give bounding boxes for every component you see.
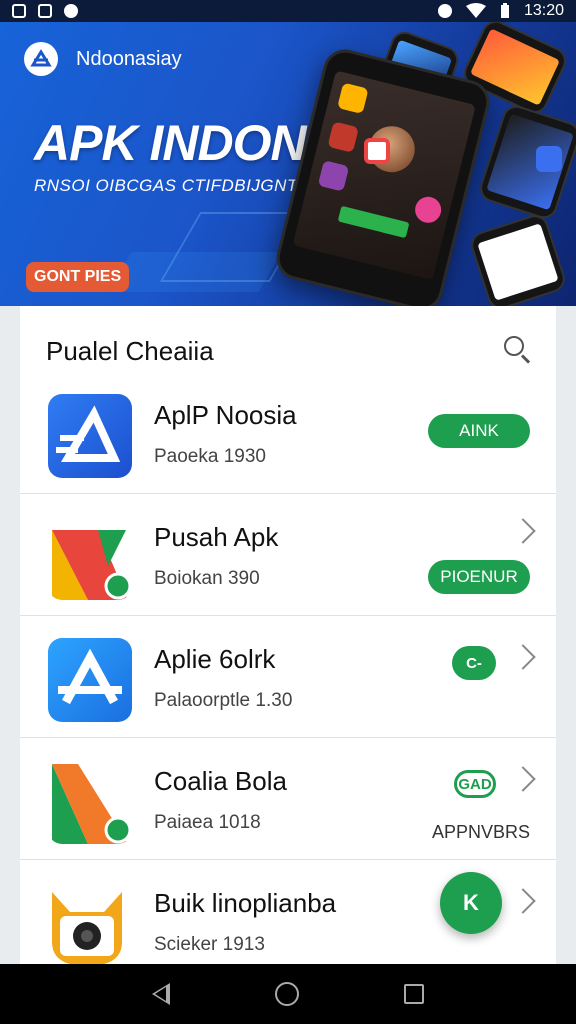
app-icon [48,394,132,478]
app-meta: Boiokan 390 [154,568,260,589]
app-name: AplP Noosia [154,400,297,430]
list-header: Pualel Cheaiia [46,336,214,366]
app-meta: Paiaea 1018 [154,812,261,833]
status-time: 13:20 [523,2,564,19]
app-name: Pusah Apk [154,522,279,552]
wifi-icon [465,3,486,18]
app-name: Coalia Bola [154,766,287,796]
list-item[interactable]: Coalia Bola Paiaea 1018 GAD APPNVBRS [20,738,556,860]
chat-bubble-icon[interactable]: C- [452,646,496,680]
app-meta: Paoeka 1930 [154,446,266,467]
chevron-right-icon[interactable] [510,644,536,670]
search-icon [504,336,524,356]
app-icon [48,638,132,722]
app-tile-icon [536,146,562,172]
search-button[interactable] [500,332,534,366]
floating-action-button[interactable]: K [440,872,502,934]
brand-logo-icon [24,42,58,76]
app-tile-icon [364,138,390,164]
recent-apps-icon[interactable] [403,984,424,1004]
app-name: Aplie 6olrk [154,644,276,674]
app-icon [42,882,126,964]
battery-icon [500,3,509,18]
status-bar: 13:20 [0,0,576,22]
phone-illustration [467,211,569,306]
list-item[interactable]: Pusah Apk Boiokan 390 PIOENUR [20,494,556,616]
badge-icon[interactable]: GAD [454,770,496,798]
notification-icon [12,4,26,18]
alarm-icon [437,4,452,18]
circle-icon [64,4,78,18]
pioneer-button[interactable]: PIOENUR [428,560,530,594]
back-icon[interactable] [152,983,171,1005]
chevron-right-icon[interactable] [510,766,536,792]
banner-decoration [108,252,282,292]
brand-row: Ndoonasiay [24,42,182,76]
system-nav-bar [0,964,576,1024]
app-name: Buik linoplianba [154,888,337,918]
sync-icon [38,4,52,18]
brand-name: Ndoonasiay [76,47,182,70]
home-icon[interactable] [274,982,299,1006]
install-button[interactable]: AINK [428,414,530,448]
banner-subtitle: RNSOI OIBCGAS CTIFDBIJGNTA. [34,176,314,195]
app-meta: Palaoorptle 1.30 [154,690,293,711]
app-icon [48,760,132,844]
list-item[interactable]: AplP Noosia Paoeka 1930 AINK [20,372,556,494]
app-meta: Scieker 1913 [154,934,265,955]
phone-illustration [271,44,495,306]
chevron-right-icon[interactable] [510,888,536,914]
secondary-link[interactable]: APPNVBRS [432,822,530,843]
list-item[interactable]: Aplie 6olrk Palaoorptle 1.30 C- [20,616,556,738]
chevron-right-icon[interactable] [510,518,536,544]
app-icon [48,516,132,600]
promo-banner[interactable]: Ndoonasiay APK INDONESIA RNSOI OIBCGAS C… [0,22,576,306]
banner-cta-button[interactable]: GONT PIES [26,262,130,292]
app-list-card: Pualel Cheaiia AplP Noosia Paoeka 1930 A… [20,306,556,964]
